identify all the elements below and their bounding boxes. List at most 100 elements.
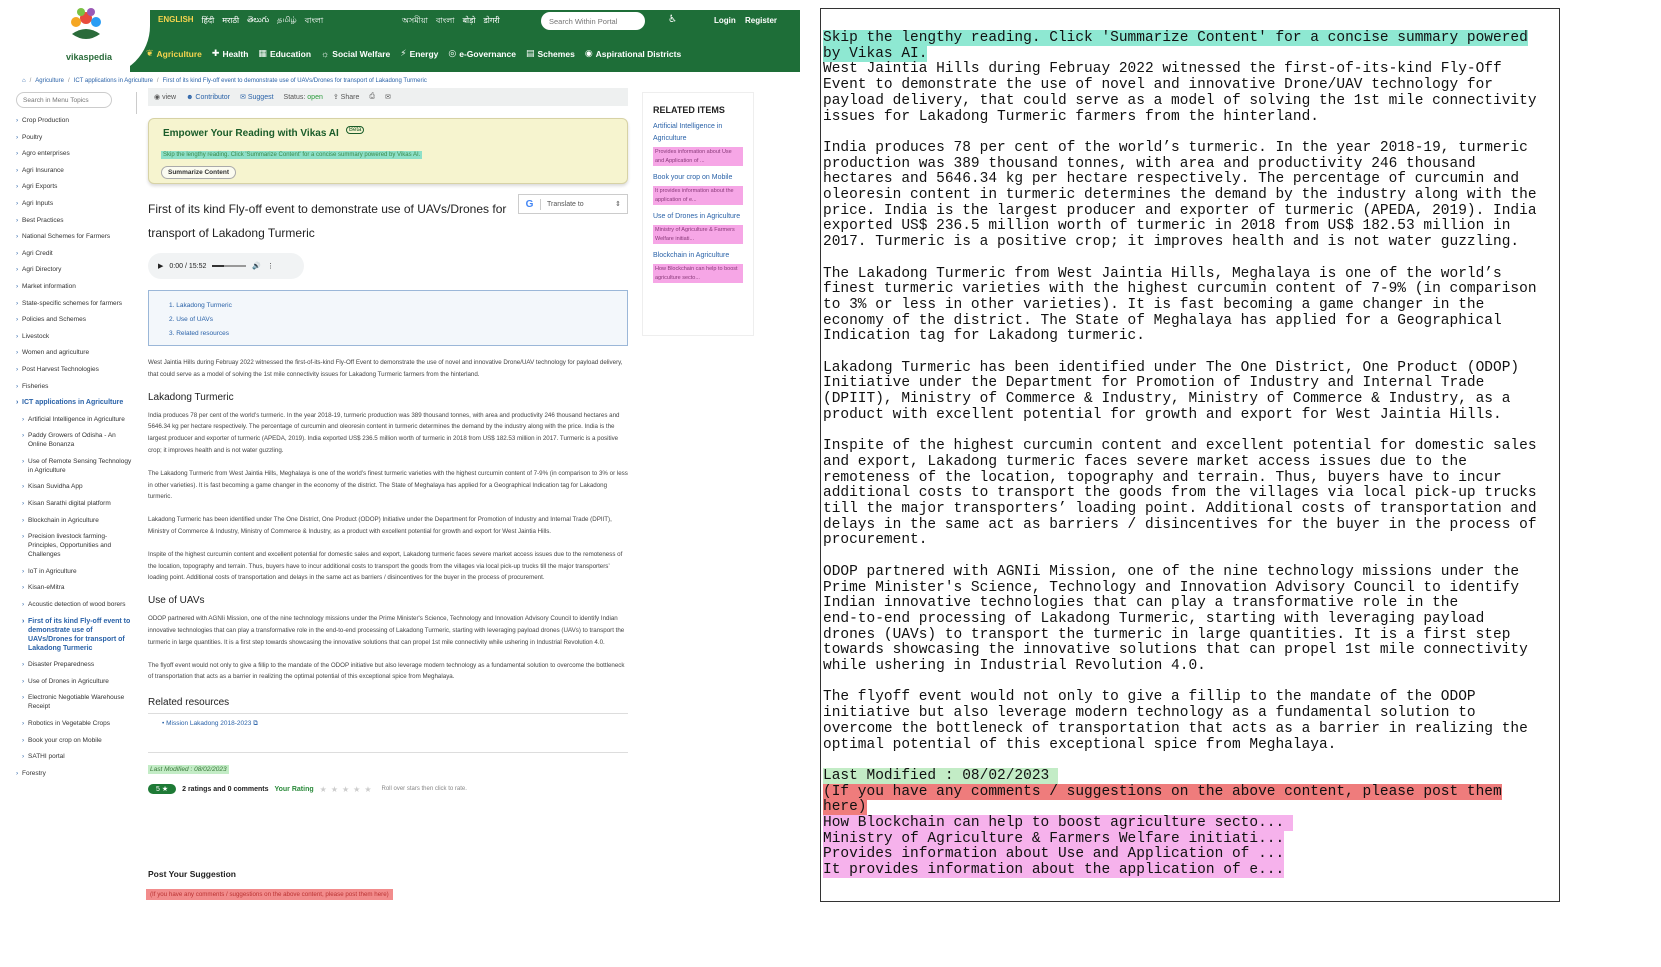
sidebar-item[interactable]: Post Harvest Technologies [16, 365, 136, 374]
lang-telugu[interactable]: తెలుగు [247, 15, 269, 28]
nav-label: Health [222, 48, 249, 59]
play-icon[interactable]: ▶ [158, 262, 163, 270]
menu-search-input[interactable] [16, 92, 112, 108]
portal-search-input[interactable] [541, 12, 645, 30]
related-item-link[interactable]: Artificial Intelligence in Agriculture [653, 121, 743, 145]
rating-stars[interactable]: ★★★★★ [320, 785, 376, 794]
suggest-button[interactable]: ✉ Suggest [240, 93, 274, 101]
lang-marathi[interactable]: मराठी [222, 15, 239, 28]
sidebar-item[interactable]: Policies and Schemes [16, 315, 136, 324]
intro-paragraph: West Jaintia Hills during Februay 2022 w… [148, 359, 623, 378]
rating-badge: 5 ★ [148, 784, 177, 795]
lang-bangla[interactable]: বাংলা [436, 15, 455, 28]
site-header: vikaspedia ENGLISH हिंदी मराठी తెలుగు தம… [0, 0, 800, 76]
sidebar-item[interactable]: Paddy Growers of Odisha - An Online Bona… [16, 431, 136, 449]
lang-bodo[interactable]: बोड़ो [462, 15, 475, 28]
nav-schemes[interactable]: ▤ Schemes [526, 48, 575, 59]
sidebar-item[interactable]: Poultry [16, 133, 136, 142]
sidebar-item[interactable]: Disaster Preparedness [16, 660, 136, 669]
sidebar-item[interactable]: Forestry [16, 769, 136, 778]
panel-paragraph-6: The flyoff event would not only to give … [823, 689, 1528, 753]
sidebar-item[interactable]: Crop Production [16, 116, 136, 125]
sidebar-item[interactable]: Artificial Intelligence in Agriculture [16, 415, 136, 424]
sidebar-item[interactable]: Book your crop on Mobile [16, 736, 136, 745]
sidebar-item[interactable]: IoT in Agriculture [16, 567, 136, 576]
rating-row: 5 ★ 2 ratings and 0 comments Your Rating… [148, 784, 628, 795]
toc-item[interactable]: 1. Lakadong Turmeric [169, 299, 627, 313]
translate-dropdown[interactable]: G Translate to ⇕ [518, 194, 628, 214]
sidebar-item[interactable]: Agri Inputs [16, 199, 136, 208]
lang-hindi[interactable]: हिंदी [202, 15, 215, 28]
toc-item[interactable]: 2. Use of UAVs [169, 313, 627, 327]
contributor-button[interactable]: ☻ Contributor [186, 94, 230, 101]
sidebar-item[interactable]: Livestock [16, 332, 136, 341]
sidebar-item[interactable]: National Schemes for Farmers [16, 232, 136, 241]
more-options-icon[interactable]: ⋮ [267, 262, 274, 270]
egov-icon: ◎ [448, 48, 457, 58]
sidebar-item[interactable]: Women and agriculture [16, 348, 136, 357]
nav-agriculture[interactable]: ❦ Agriculture [146, 48, 202, 59]
nav-egovernance[interactable]: ◎ e-Governance [448, 48, 516, 59]
sidebar-item[interactable]: Use of Drones in Agriculture [16, 677, 136, 686]
related-resource-link[interactable]: • Mission Lakadong 2018-2023 ⧉ [148, 720, 628, 728]
related-item-link[interactable]: Use of Drones in Agriculture [653, 211, 743, 223]
last-modified: Last Modified : 08/02/2023 [148, 765, 229, 775]
sidebar-item[interactable]: Electronic Negotiable Warehouse Receipt [16, 693, 136, 711]
breadcrumb-agriculture[interactable]: Agriculture [35, 78, 64, 84]
summarize-content-button[interactable]: Summarize Content [161, 166, 237, 179]
eye-icon: ◉ [154, 94, 163, 101]
audio-time: 0:00 / 15:52 [169, 262, 207, 270]
sidebar-item[interactable]: State-specific schemes for farmers [16, 299, 136, 308]
lang-tamil[interactable]: தமிழ் [277, 15, 297, 28]
sidebar-item[interactable]: Agri Credit [16, 249, 136, 258]
sidebar-item[interactable]: Agri Insurance [16, 166, 136, 175]
sidebar-item-current[interactable]: First of its kind Fly-off event to demon… [16, 617, 136, 653]
breadcrumb-ict[interactable]: ICT applications in Agriculture [74, 78, 153, 84]
sidebar-item[interactable]: Kisan Sarathi digital platform [16, 499, 136, 508]
sidebar-item[interactable]: SATHI portal [16, 752, 136, 761]
sidebar-item[interactable]: Kisan Suvidha App [16, 482, 136, 491]
nav-aspirational-districts[interactable]: ◉ Aspirational Districts [585, 48, 681, 59]
sidebar-item[interactable]: Agri Exports [16, 182, 136, 191]
panel-related-desc: Provides information about Use and Appli… [823, 846, 1285, 863]
nav-social-welfare[interactable]: ☼ Social Welfare [321, 48, 390, 59]
sidebar-item-active[interactable]: ICT applications in Agriculture [16, 398, 136, 407]
google-icon: G [519, 198, 541, 210]
nav-label: Energy [409, 48, 439, 59]
print-icon[interactable]: ⎙ [369, 93, 375, 101]
nav-energy[interactable]: ⚡ Energy [400, 48, 438, 59]
panel-related-desc: How Blockchain can help to boost agricul… [823, 815, 1293, 832]
rate-hint: Roll over stars then click to rate. [381, 786, 467, 793]
sidebar-item[interactable]: Precision livestock farming-Principles, … [16, 532, 136, 559]
lang-english[interactable]: ENGLISH [158, 15, 194, 28]
nav-health[interactable]: ✚ Health [212, 48, 249, 59]
email-icon[interactable]: ✉ [385, 93, 391, 101]
related-item-link[interactable]: Blockchain in Agriculture [653, 250, 743, 262]
audio-progress-bar[interactable] [212, 265, 247, 267]
toc-item[interactable]: 3. Related resources [169, 327, 627, 341]
sidebar-item[interactable]: Robotics in Vegetable Crops [16, 719, 136, 728]
view-button[interactable]: ◉ view [154, 93, 176, 101]
related-item-link[interactable]: Book your crop on Mobile [653, 172, 743, 184]
share-button[interactable]: ⇪ Share [333, 93, 360, 101]
sidebar-item[interactable]: Acoustic detection of wood borers [16, 600, 136, 609]
lang-assamese[interactable]: অসমীয়া [402, 15, 428, 28]
sidebar-item[interactable]: Best Practices [16, 216, 136, 225]
lang-dogri[interactable]: डोगरी [483, 15, 499, 28]
volume-icon[interactable]: 🔊 [252, 262, 261, 270]
home-icon[interactable]: ⌂ [22, 78, 26, 84]
sidebar-item[interactable]: Fisheries [16, 382, 136, 391]
sidebar-item[interactable]: Agro enterprises [16, 149, 136, 158]
nav-education[interactable]: ▦ Education [258, 48, 311, 59]
audio-player[interactable]: ▶ 0:00 / 15:52 🔊 ⋮ [148, 253, 304, 279]
register-link[interactable]: Register [745, 16, 777, 25]
sidebar-item[interactable]: Kisan-eMitra [16, 583, 136, 592]
sidebar-item[interactable]: Agri Directory [16, 265, 136, 274]
sidebar-item[interactable]: Blockchain in Agriculture [16, 516, 136, 525]
sidebar-item[interactable]: Market information [16, 282, 136, 291]
accessibility-icon[interactable]: ♿ [668, 14, 677, 25]
related-item-desc: How Blockchain can help to boost agricul… [653, 264, 743, 283]
login-link[interactable]: Login [714, 16, 736, 25]
lang-bengali[interactable]: বাংলা [305, 15, 324, 28]
sidebar-item[interactable]: Use of Remote Sensing Technology in Agri… [16, 457, 136, 475]
